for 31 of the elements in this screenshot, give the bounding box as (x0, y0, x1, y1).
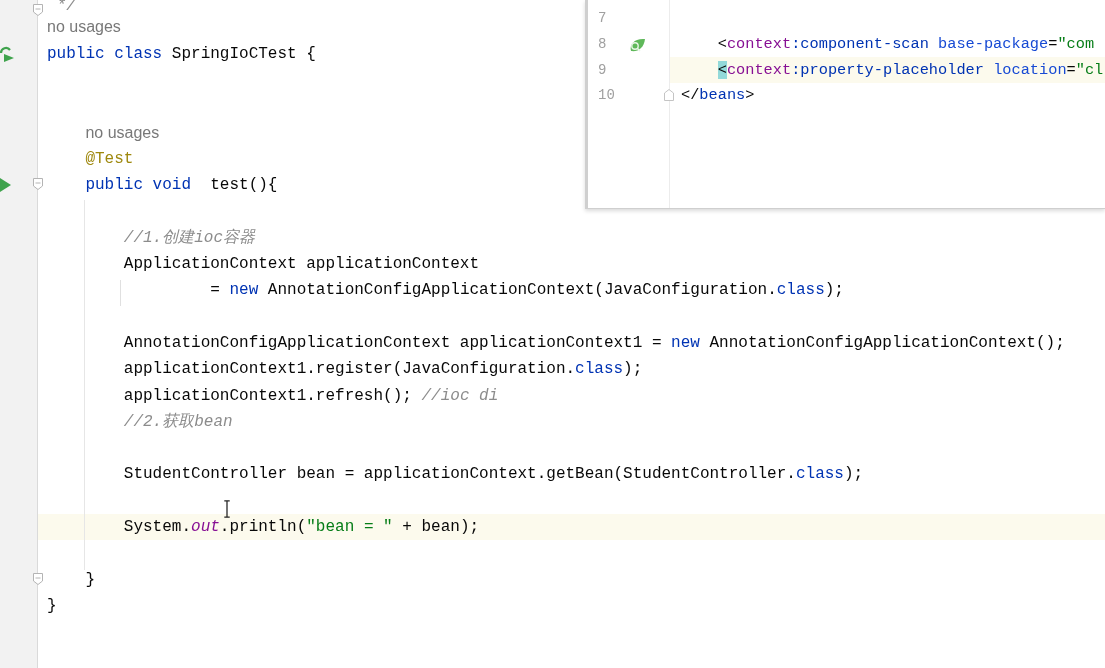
code-line: public class SpringIoCTest { (47, 43, 316, 65)
fold-icon[interactable] (33, 4, 43, 16)
code-line: applicationContext1.register(JavaConfiguration.class); (122, 359, 643, 381)
code-line: } (84, 569, 95, 591)
code-line: AnnotationConfigApplicationContext applicationContext1 = new AnnotationConfigApplicationContext(); (122, 333, 1065, 354)
fold-icon[interactable] (33, 178, 43, 191)
code-line: <context:component-scan base-package="com (716, 34, 1095, 56)
usage-hint[interactable]: no usages (47, 15, 121, 40)
code-line: //2.获取bean (122, 411, 233, 433)
code-line: ApplicationContext applicationContext (122, 254, 480, 276)
line-number: 7 (598, 9, 607, 29)
code-line: </beans> (681, 85, 755, 107)
code-line: StudentController bean = applicationContext.getBean(StudentController.class); (122, 464, 864, 486)
run-icon[interactable] (0, 45, 14, 62)
bean-icon[interactable] (628, 36, 646, 53)
code-line: @Test (84, 148, 134, 170)
fold-icon[interactable] (664, 89, 674, 102)
line-number: 9 (598, 60, 607, 80)
code-line: } (47, 595, 57, 617)
code-line: public void test(){ (84, 175, 278, 197)
code-line: System.out.println("bean = " + bean); (122, 517, 480, 539)
code-line: = new AnnotationConfigApplicationContext(JavaConfiguration.class); (209, 280, 844, 302)
run-icon[interactable] (0, 178, 11, 193)
code-line: <context:property-placeholder location="cl (716, 59, 1104, 81)
line-number: 8 (598, 35, 607, 55)
code-line: //1.创建ioc容器 (122, 227, 256, 249)
line-number: 10 (598, 86, 615, 106)
fold-icon[interactable] (33, 572, 43, 585)
text-cursor-icon (223, 500, 231, 518)
code-line: applicationContext1.refresh(); //ioc di (122, 385, 499, 407)
usage-hint[interactable]: no usages (85, 120, 160, 145)
